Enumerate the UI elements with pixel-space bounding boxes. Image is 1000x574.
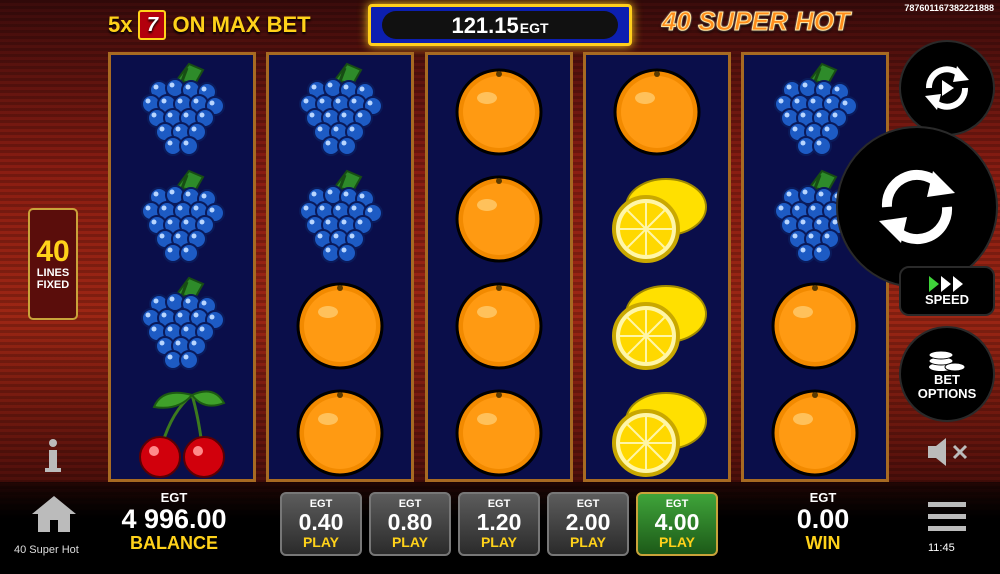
grapes-symbol <box>111 271 253 377</box>
bet-play-label: PLAY <box>480 534 518 550</box>
lines-badge: 40 LINES FIXED <box>28 208 78 320</box>
bet-play-label: PLAY <box>658 534 696 550</box>
orange-symbol <box>744 378 886 484</box>
bet-button[interactable]: EGT 0.80 PLAY <box>369 492 451 556</box>
bet-options-label-2: OPTIONS <box>917 386 977 401</box>
grapes-symbol <box>111 164 253 270</box>
orange-symbol <box>428 57 570 163</box>
orange-symbol <box>269 271 411 377</box>
bet-value: 2.00 <box>565 509 611 535</box>
jackpot-currency: EGT <box>519 20 549 36</box>
win-label: WIN <box>805 533 841 553</box>
balance-currency: EGT <box>160 490 188 505</box>
chips-icon <box>928 350 966 372</box>
game-title: 40 SUPER HOT <box>662 6 851 37</box>
promo-text: ON MAX BET <box>172 12 311 37</box>
fast-forward-icon <box>929 275 963 292</box>
win-display: EGT 0.00 WIN <box>760 490 886 553</box>
orange-symbol <box>428 378 570 484</box>
autoplay-button[interactable] <box>899 40 995 136</box>
cherries-symbol <box>111 378 253 484</box>
speaker-muted-icon[interactable] <box>926 434 970 470</box>
reel-3 <box>425 52 573 482</box>
balance-label: BALANCE <box>130 533 218 553</box>
home-icon[interactable] <box>30 494 78 534</box>
balance-value: 4 996.00 <box>121 504 227 534</box>
bet-options-label-1: BET <box>934 372 960 387</box>
bet-value: 0.40 <box>298 509 344 535</box>
bet-value: 4.00 <box>654 509 700 535</box>
orange-symbol <box>744 271 886 377</box>
balance-display: EGT 4 996.00 BALANCE <box>104 490 244 553</box>
clock: 11:45 <box>928 542 955 554</box>
spin-icon <box>879 169 955 245</box>
bet-button[interactable]: EGT 0.40 PLAY <box>280 492 362 556</box>
bet-play-label: PLAY <box>569 534 607 550</box>
bet-value: 0.80 <box>387 509 433 535</box>
bet-options-button[interactable]: BET OPTIONS <box>899 326 995 422</box>
bet-button[interactable]: EGT 2.00 PLAY <box>547 492 629 556</box>
win-value: 0.00 <box>796 504 850 534</box>
max-bet-promo: 5x 7 ON MAX BET <box>108 10 311 40</box>
lines-count: 40 <box>36 235 70 268</box>
speed-label: SPEED <box>924 291 970 307</box>
game-name-label: 40 Super Hot <box>14 544 79 556</box>
win-currency: EGT <box>809 490 837 505</box>
hamburger-icon[interactable] <box>928 500 966 532</box>
lines-fixed-label: FIXED <box>36 279 70 291</box>
autoplay-icon <box>925 66 969 110</box>
orange-symbol <box>428 271 570 377</box>
orange-symbol <box>428 164 570 270</box>
grapes-symbol <box>269 57 411 163</box>
reel-1 <box>108 52 256 482</box>
bet-play-label: PLAY <box>302 534 340 550</box>
speed-button[interactable]: SPEED <box>899 266 995 316</box>
info-icon[interactable] <box>40 438 66 474</box>
promo-multiplier: 5x <box>108 12 133 37</box>
bet-value: 1.20 <box>476 509 522 535</box>
bet-button[interactable]: EGT 1.20 PLAY <box>458 492 540 556</box>
lemon-symbol <box>586 378 728 484</box>
lines-label: LINES <box>36 267 70 279</box>
bet-play-label: PLAY <box>391 534 429 550</box>
reel-2 <box>266 52 414 482</box>
lemon-symbol <box>586 271 728 377</box>
lemon-symbol <box>586 164 728 270</box>
grapes-symbol <box>111 57 253 163</box>
orange-symbol <box>269 378 411 484</box>
reel-4 <box>583 52 731 482</box>
bet-button[interactable]: EGT 4.00 PLAY <box>636 492 718 556</box>
grapes-symbol <box>269 164 411 270</box>
jackpot-meter: 121.15 EGT <box>368 4 632 46</box>
seven-icon: 7 <box>138 10 167 40</box>
game-id: 7876011673822218​88 <box>904 3 994 13</box>
spin-button[interactable] <box>836 126 998 288</box>
jackpot-amount: 121.15 <box>451 13 519 38</box>
orange-symbol <box>586 57 728 163</box>
